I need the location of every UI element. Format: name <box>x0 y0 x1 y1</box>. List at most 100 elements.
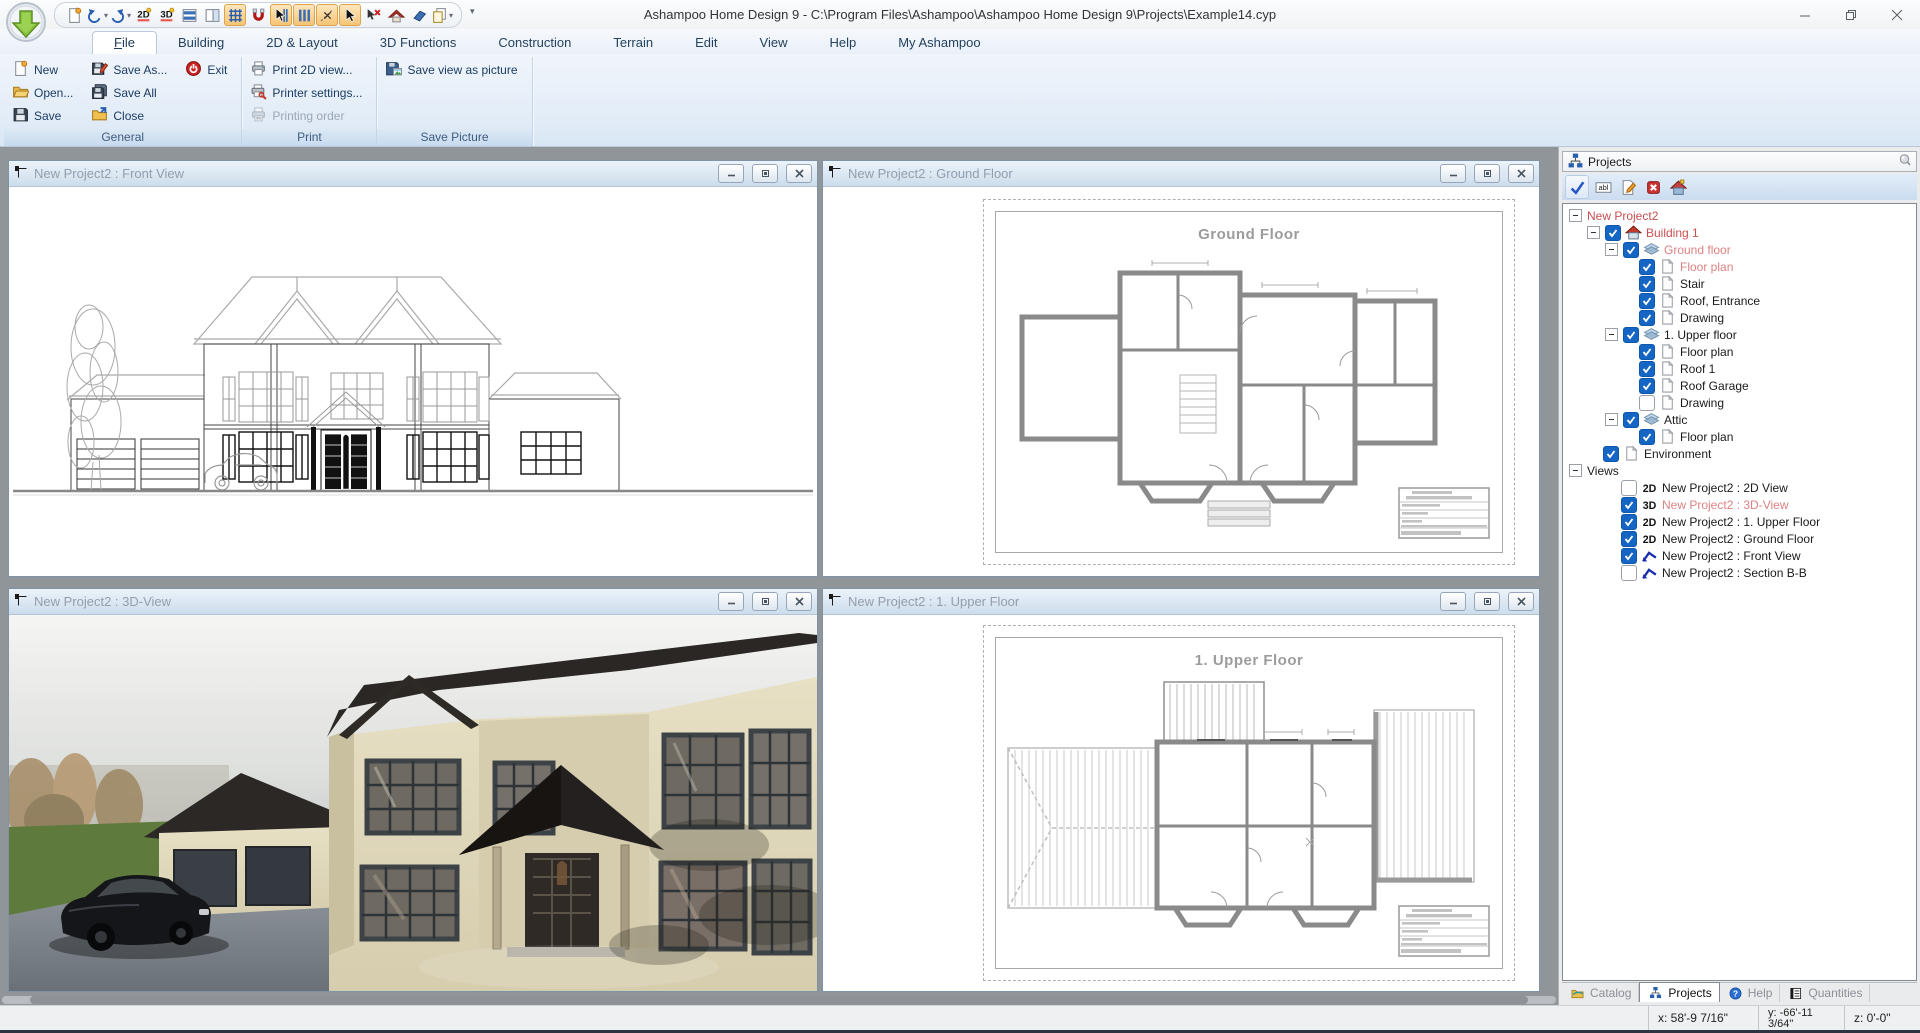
ribbon-button-save-all[interactable]: Save All <box>89 82 173 105</box>
tree-item[interactable]: 2DNew Project2 : Ground Floor <box>1563 530 1916 547</box>
tree-item[interactable]: Views <box>1563 462 1916 479</box>
redo-icon[interactable]: ▾ <box>109 4 131 26</box>
scrollbar-thumb[interactable] <box>30 996 1528 1004</box>
split-horizontal-icon[interactable] <box>178 4 200 26</box>
tree-checkbox-checked[interactable] <box>1639 429 1655 445</box>
ribbon-button-new[interactable]: New <box>10 59 79 82</box>
menu-tab-construction[interactable]: Construction <box>477 32 592 54</box>
copy-view-icon[interactable]: ▾ <box>431 4 453 26</box>
panel-pin-icon[interactable] <box>1898 153 1912 170</box>
tree-item[interactable]: Building 1 <box>1563 224 1916 241</box>
tree-item[interactable]: Roof 1 <box>1563 360 1916 377</box>
edit-page-icon[interactable] <box>1617 176 1639 198</box>
menu-tab-view[interactable]: View <box>739 32 809 54</box>
ribbon-button-open-[interactable]: Open... <box>10 82 79 105</box>
close-button[interactable] <box>1874 0 1920 29</box>
tree-checkbox-checked[interactable] <box>1623 412 1639 428</box>
menu-tab-building[interactable]: Building <box>157 32 245 54</box>
tree-checkbox-checked[interactable] <box>1605 225 1621 241</box>
tree-checkbox-checked[interactable] <box>1639 259 1655 275</box>
roof-tool-icon[interactable] <box>385 4 407 26</box>
tree-checkbox-checked[interactable] <box>1639 310 1655 326</box>
tree-checkbox-checked[interactable] <box>1603 446 1619 462</box>
menu-tab-help[interactable]: Help <box>808 32 877 54</box>
3d-view-canvas[interactable] <box>9 615 817 991</box>
tree-checkbox-checked[interactable] <box>1623 242 1639 258</box>
tree-item[interactable]: Drawing <box>1563 394 1916 411</box>
tree-checkbox-checked[interactable] <box>1621 548 1637 564</box>
panel-tab-projects[interactable]: Projects <box>1639 982 1719 1002</box>
upper-floor-titlebar[interactable]: New Project2 : 1. Upper Floor <box>823 589 1539 615</box>
tree-checkbox-checked[interactable] <box>1623 327 1639 343</box>
tree-item[interactable]: 3DNew Project2 : 3D-View <box>1563 496 1916 513</box>
split-vertical-icon[interactable] <box>201 4 223 26</box>
menu-tab-3d-functions[interactable]: 3D Functions <box>359 32 478 54</box>
maximize-button[interactable] <box>1828 0 1874 29</box>
delete-item-icon[interactable] <box>1642 176 1664 198</box>
eraser-icon[interactable] <box>408 4 430 26</box>
tree-checkbox-checked[interactable] <box>1639 361 1655 377</box>
tree-expander[interactable] <box>1587 226 1600 239</box>
rename-abl-icon[interactable]: abl <box>1592 176 1614 198</box>
child-minimize-button[interactable] <box>1440 164 1466 183</box>
tree-item[interactable]: Floor plan <box>1563 343 1916 360</box>
2d-view-icon[interactable]: 2D <box>132 4 154 26</box>
building-tool-icon[interactable] <box>1667 176 1689 198</box>
grid-icon[interactable] <box>224 4 246 26</box>
undo-icon[interactable]: ▾ <box>86 4 108 26</box>
tree-item[interactable]: Environment <box>1563 445 1916 462</box>
tree-item[interactable]: New Project2 : Section B-B <box>1563 564 1916 581</box>
tree-expander[interactable] <box>1605 413 1618 426</box>
3d-view-icon[interactable]: 3D <box>155 4 177 26</box>
ribbon-button-exit[interactable]: Exit <box>183 59 233 82</box>
child-restore-button[interactable] <box>752 592 778 611</box>
menu-tab-terrain[interactable]: Terrain <box>592 32 674 54</box>
child-restore-button[interactable] <box>1474 164 1500 183</box>
ribbon-button-close[interactable]: Close <box>89 104 173 127</box>
ribbon-button-save-view-as-picture[interactable]: Save view as picture <box>383 59 523 82</box>
tree-checkbox-unchecked[interactable] <box>1621 480 1637 496</box>
tree-expander[interactable] <box>1605 243 1618 256</box>
panel-tab-quantities[interactable]: Quantities <box>1780 984 1870 1002</box>
ribbon-button-print-2d-view-[interactable]: Print 2D view... <box>248 59 368 82</box>
tree-item[interactable]: Attic <box>1563 411 1916 428</box>
tree-item[interactable]: Floor plan <box>1563 428 1916 445</box>
panel-tab-help[interactable]: ? Help <box>1720 984 1781 1002</box>
tree-checkbox-unchecked[interactable] <box>1621 565 1637 581</box>
ground-floor-canvas[interactable]: Ground Floor <box>823 187 1539 576</box>
tree-item[interactable]: Stair <box>1563 275 1916 292</box>
tree-item[interactable]: New Project2 : Front View <box>1563 547 1916 564</box>
select-cursor-icon[interactable] <box>339 4 361 26</box>
panel-tab-catalog[interactable]: Catalog <box>1562 984 1639 1002</box>
ribbon-button-printer-settings-[interactable]: Printer settings... <box>248 82 368 105</box>
3d-view-titlebar[interactable]: New Project2 : 3D-View <box>9 589 817 615</box>
parallel-lines-icon[interactable] <box>293 4 315 26</box>
ground-floor-titlebar[interactable]: New Project2 : Ground Floor <box>823 161 1539 187</box>
toolbar-options-icon[interactable]: ▾ <box>470 6 474 17</box>
upper-floor-canvas[interactable]: 1. Upper Floor <box>823 615 1539 991</box>
child-close-button[interactable] <box>786 164 812 183</box>
tree-item[interactable]: New Project2 <box>1563 207 1916 224</box>
front-view-canvas[interactable] <box>9 187 817 576</box>
tree-checkbox-checked[interactable] <box>1639 293 1655 309</box>
ribbon-button-save-as-[interactable]: Save As... <box>89 59 173 82</box>
tree-item[interactable]: 2DNew Project2 : 1. Upper Floor <box>1563 513 1916 530</box>
tree-item[interactable]: 1. Upper floor <box>1563 326 1916 343</box>
child-restore-button[interactable] <box>752 164 778 183</box>
tree-expander[interactable] <box>1569 464 1582 477</box>
apply-check-icon[interactable] <box>1565 175 1589 199</box>
tree-checkbox-checked[interactable] <box>1621 514 1637 530</box>
tree-checkbox-checked[interactable] <box>1639 276 1655 292</box>
app-logo-icon[interactable] <box>5 1 47 43</box>
child-minimize-button[interactable] <box>1440 592 1466 611</box>
select-elements-icon[interactable] <box>270 4 292 26</box>
tree-item[interactable]: 2DNew Project2 : 2D View <box>1563 479 1916 496</box>
tree-item[interactable]: Roof, Entrance <box>1563 292 1916 309</box>
magnet-icon[interactable] <box>247 4 269 26</box>
minimize-button[interactable] <box>1782 0 1828 29</box>
tree-item[interactable]: Roof Garage <box>1563 377 1916 394</box>
tree-checkbox-unchecked[interactable] <box>1639 395 1655 411</box>
ribbon-button-printing-order[interactable]: Printing order <box>248 104 368 127</box>
tree-item[interactable]: Ground floor <box>1563 241 1916 258</box>
child-minimize-button[interactable] <box>718 592 744 611</box>
